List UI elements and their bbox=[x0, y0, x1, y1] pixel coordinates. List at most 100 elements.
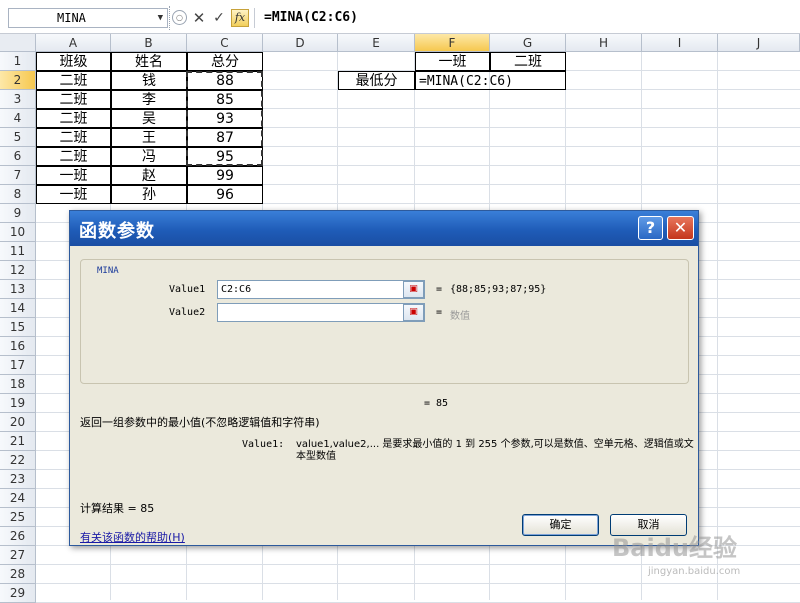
column-header-g[interactable]: G bbox=[490, 34, 566, 52]
row-header-24[interactable]: 24 bbox=[0, 489, 36, 508]
column-header-j[interactable]: J bbox=[718, 34, 800, 52]
value2-result: 数值 bbox=[450, 311, 470, 322]
name-box[interactable]: MINA ▼ bbox=[8, 8, 168, 28]
watermark-url: jingyan.baidu.com bbox=[648, 566, 741, 577]
arg-equals: = bbox=[436, 307, 443, 318]
summary-label-cell[interactable]: 最低分 bbox=[338, 71, 415, 90]
table-cell[interactable]: 王 bbox=[111, 128, 187, 147]
table-header-cell[interactable]: 姓名 bbox=[111, 52, 187, 71]
row-header-16[interactable]: 16 bbox=[0, 337, 36, 356]
arg-equals: = bbox=[436, 284, 443, 295]
table-cell[interactable]: 钱 bbox=[111, 71, 187, 90]
row-header-12[interactable]: 12 bbox=[0, 261, 36, 280]
enter-icon[interactable]: ✓ bbox=[210, 8, 228, 28]
table-cell[interactable]: 二班 bbox=[36, 147, 111, 166]
expand-circle-icon: ○ bbox=[172, 10, 187, 25]
row-header-8[interactable]: 8 bbox=[0, 185, 36, 204]
dialog-title: 函数参数 bbox=[79, 221, 155, 242]
row-header-23[interactable]: 23 bbox=[0, 470, 36, 489]
table-cell[interactable]: 赵 bbox=[111, 166, 187, 185]
row-header-9[interactable]: 9 bbox=[0, 204, 36, 223]
name-box-value: MINA bbox=[57, 11, 86, 25]
arg-label-value1: Value1 bbox=[169, 284, 206, 295]
column-header-b[interactable]: B bbox=[111, 34, 187, 52]
formula-input[interactable]: =MINA(C2:C6) bbox=[254, 8, 800, 28]
row-header-25[interactable]: 25 bbox=[0, 508, 36, 527]
row-header-22[interactable]: 22 bbox=[0, 451, 36, 470]
insert-function-icon[interactable]: fx bbox=[231, 9, 249, 27]
row-header-17[interactable]: 17 bbox=[0, 356, 36, 375]
table-cell[interactable]: 二班 bbox=[36, 109, 111, 128]
row-header-26[interactable]: 26 bbox=[0, 527, 36, 546]
watermark-logo: Baidu经验 bbox=[612, 534, 737, 562]
grid-line bbox=[717, 52, 718, 600]
summary-header-cell[interactable]: 二班 bbox=[490, 52, 566, 71]
row-header-2[interactable]: 2 bbox=[0, 71, 36, 90]
collapse-dialog-icon[interactable]: ▣ bbox=[403, 281, 424, 298]
table-cell[interactable]: 99 bbox=[187, 166, 263, 185]
row-header-4[interactable]: 4 bbox=[0, 109, 36, 128]
value1-result: {88;85;93;87;95} bbox=[450, 284, 547, 295]
function-description: 返回一组参数中的最小值(不忽略逻辑值和字符串) bbox=[80, 416, 320, 429]
collapse-dialog-icon[interactable]: ▣ bbox=[403, 304, 424, 321]
row-header-1[interactable]: 1 bbox=[0, 52, 36, 71]
table-cell[interactable]: 96 bbox=[187, 185, 263, 204]
table-cell[interactable]: 吴 bbox=[111, 109, 187, 128]
table-cell[interactable]: 孙 bbox=[111, 185, 187, 204]
cancel-icon[interactable]: ✕ bbox=[190, 8, 208, 28]
summary-formula-cell[interactable]: =MINA(C2:C6) bbox=[415, 71, 566, 90]
arg-label-value2: Value2 bbox=[169, 307, 206, 318]
row-header-6[interactable]: 6 bbox=[0, 147, 36, 166]
table-header-cell[interactable]: 班级 bbox=[36, 52, 111, 71]
table-cell[interactable]: 二班 bbox=[36, 128, 111, 147]
chevron-down-icon[interactable]: ▼ bbox=[158, 9, 163, 27]
row-header-15[interactable]: 15 bbox=[0, 318, 36, 337]
column-header-a[interactable]: A bbox=[36, 34, 111, 52]
copy-marquee bbox=[186, 71, 263, 166]
grid-line bbox=[36, 564, 800, 565]
arg-description-text: value1,value2,... 是要求最小值的 1 到 255 个参数,可以… bbox=[296, 439, 694, 462]
arg-description-name: Value1: bbox=[242, 439, 285, 450]
row-header-18[interactable]: 18 bbox=[0, 375, 36, 394]
table-cell[interactable]: 二班 bbox=[36, 90, 111, 109]
table-cell[interactable]: 李 bbox=[111, 90, 187, 109]
dialog-title-bar[interactable]: 函数参数 ? ✕ bbox=[70, 211, 698, 246]
table-cell[interactable]: 一班 bbox=[36, 166, 111, 185]
row-header-19[interactable]: 19 bbox=[0, 394, 36, 413]
row-header-11[interactable]: 11 bbox=[0, 242, 36, 261]
row-header-21[interactable]: 21 bbox=[0, 432, 36, 451]
column-header-d[interactable]: D bbox=[263, 34, 338, 52]
table-header-cell[interactable]: 总分 bbox=[187, 52, 263, 71]
close-button[interactable]: ✕ bbox=[667, 216, 694, 240]
row-header-13[interactable]: 13 bbox=[0, 280, 36, 299]
row-header-14[interactable]: 14 bbox=[0, 299, 36, 318]
row-header-7[interactable]: 7 bbox=[0, 166, 36, 185]
row-header-28[interactable]: 28 bbox=[0, 565, 36, 584]
close-icon: ✕ bbox=[673, 218, 688, 237]
formula-result-preview: = 85 bbox=[424, 398, 449, 409]
column-header-h[interactable]: H bbox=[566, 34, 642, 52]
value2-input[interactable] bbox=[217, 303, 425, 322]
row-header-29[interactable]: 29 bbox=[0, 584, 36, 603]
column-header-e[interactable]: E bbox=[338, 34, 415, 52]
table-cell[interactable]: 冯 bbox=[111, 147, 187, 166]
row-header-10[interactable]: 10 bbox=[0, 223, 36, 242]
column-header-f[interactable]: F bbox=[415, 34, 490, 52]
select-all-corner[interactable] bbox=[0, 34, 36, 52]
grid-line bbox=[36, 583, 800, 584]
dialog-body: MINA Value1 C2:C6 ▣ = {88;85;93;87;95} V… bbox=[70, 246, 698, 545]
row-header-20[interactable]: 20 bbox=[0, 413, 36, 432]
row-header-5[interactable]: 5 bbox=[0, 128, 36, 147]
function-help-link[interactable]: 有关该函数的帮助(H) bbox=[80, 529, 185, 545]
table-cell[interactable]: 一班 bbox=[36, 185, 111, 204]
help-button[interactable]: ? bbox=[638, 216, 663, 240]
arguments-group: MINA Value1 C2:C6 ▣ = {88;85;93;87;95} V… bbox=[80, 259, 689, 384]
summary-header-cell[interactable]: 一班 bbox=[415, 52, 490, 71]
row-header-3[interactable]: 3 bbox=[0, 90, 36, 109]
column-header-c[interactable]: C bbox=[187, 34, 263, 52]
row-header-27[interactable]: 27 bbox=[0, 546, 36, 565]
column-header-i[interactable]: I bbox=[642, 34, 718, 52]
value1-input[interactable]: C2:C6 bbox=[217, 280, 425, 299]
ok-button[interactable]: 确定 bbox=[522, 514, 599, 536]
table-cell[interactable]: 二班 bbox=[36, 71, 111, 90]
